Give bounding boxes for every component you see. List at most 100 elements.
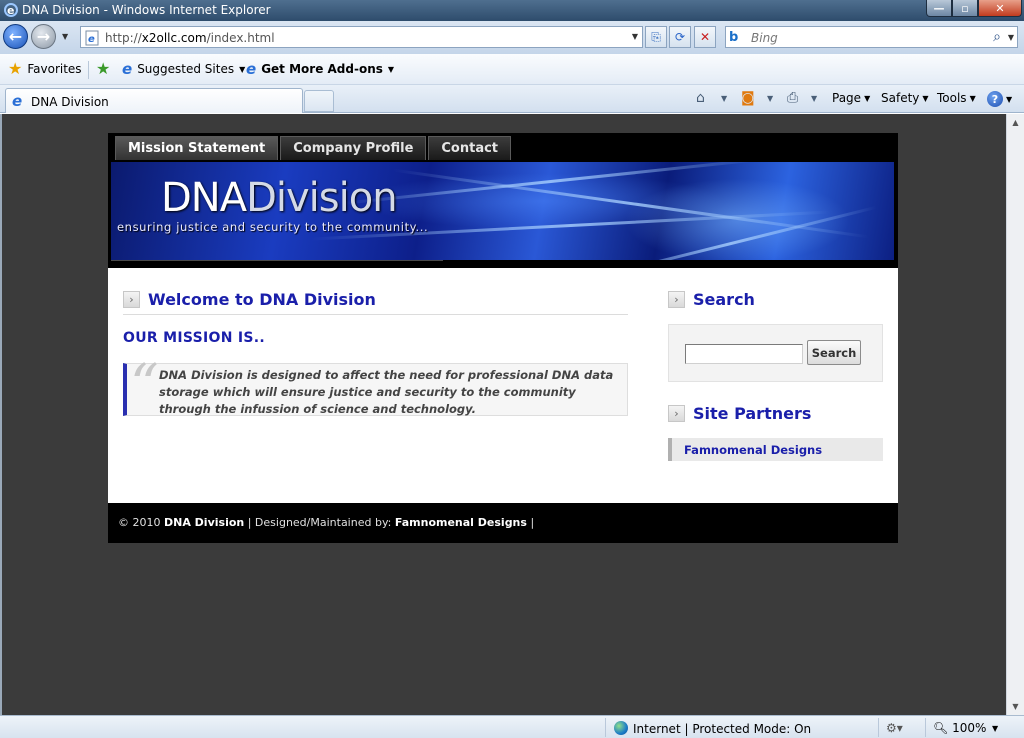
address-bar[interactable]: e http://x2ollc.com/index.html ▼	[80, 26, 643, 48]
nav-contact[interactable]: Contact	[428, 136, 512, 160]
back-arrow-icon: ←	[8, 27, 23, 46]
print-icon[interactable]: ⎙	[787, 90, 798, 106]
globe-icon	[614, 721, 628, 735]
tab-ie-icon: e	[12, 92, 23, 110]
search-options-dropdown-icon[interactable]: ▼	[1008, 33, 1014, 42]
status-separator	[925, 718, 926, 737]
tools-menu-label: Tools	[937, 91, 967, 105]
site-tagline: ensuring justice and security to the com…	[117, 220, 429, 234]
footer-text: © 2010 DNA Division | Designed/Maintaine…	[118, 516, 534, 529]
site-search-panel: Search	[668, 324, 883, 382]
help-icon: ?	[987, 91, 1003, 107]
chevron-right-icon: ›	[123, 291, 140, 308]
page-viewport: Mission Statement Company Profile Contac…	[0, 114, 1006, 715]
minimize-button[interactable]: —	[926, 0, 952, 17]
url-text[interactable]: http://x2ollc.com/index.html	[105, 31, 275, 45]
scroll-down-icon[interactable]: ▼	[1007, 698, 1024, 715]
maximize-button[interactable]: ▫	[952, 0, 978, 17]
feeds-icon[interactable]: ◙	[741, 90, 755, 106]
search-title: Search	[693, 290, 755, 309]
site-search-input[interactable]	[685, 344, 803, 364]
forward-arrow-icon: →	[36, 27, 51, 46]
addons-dropdown-icon: ▼	[387, 64, 395, 74]
tab-dna-division[interactable]: e DNA Division	[5, 88, 303, 113]
suggested-sites-dropdown-icon: ▼	[239, 64, 246, 74]
help-menu-chevron-icon: ▼	[1006, 94, 1013, 104]
stop-button[interactable]: ✕	[694, 26, 716, 48]
site-search-button[interactable]: Search	[807, 340, 861, 365]
compatibility-icon: ⎘	[651, 29, 661, 44]
recent-pages-dropdown-icon[interactable]: ▼	[62, 32, 68, 41]
url-host: x2ollc.com	[141, 31, 207, 45]
get-more-addons-label: Get More Add-ons	[261, 62, 383, 76]
popup-blocker-icon[interactable]: ⚙▾	[886, 721, 903, 735]
zoom-control[interactable]: 🔍︎ 100%	[933, 721, 986, 735]
back-button[interactable]: ←	[3, 24, 28, 49]
status-bar: Internet | Protected Mode: On ⚙▾ 🔍︎ 100%…	[0, 715, 1024, 738]
chevron-right-icon: ›	[668, 291, 685, 308]
close-window-button[interactable]: ✕	[978, 0, 1022, 17]
close-icon: ✕	[995, 1, 1005, 15]
svg-text:e: e	[88, 34, 95, 45]
page-menu[interactable]: Page ▼	[832, 91, 870, 105]
search-placeholder: Bing	[751, 31, 778, 45]
suggested-sites-ie-icon: e	[122, 60, 133, 78]
minimize-icon: —	[933, 1, 945, 15]
forward-button[interactable]: →	[31, 24, 56, 49]
search-input[interactable]: b Bing ⌕ ▼	[725, 26, 1018, 48]
mission-text: DNA Division is designed to affect the n…	[159, 368, 614, 416]
add-to-favorites-bar-button[interactable]: ★	[96, 59, 111, 78]
favorites-bar: ★ Favorites ★ e Suggested Sites ▼ e Get …	[0, 54, 1024, 85]
print-dropdown-icon[interactable]: ▼	[811, 94, 817, 103]
site-header: Mission Statement Company Profile Contac…	[108, 133, 898, 268]
add-favorites-star-icon: ★	[96, 59, 111, 78]
get-more-addons-link[interactable]: e Get More Add-ons ▼	[246, 60, 395, 78]
suggested-sites-label: Suggested Sites	[137, 62, 235, 76]
home-dropdown-icon[interactable]: ▼	[721, 94, 727, 103]
search-magnifier-icon[interactable]: ⌕	[993, 29, 1001, 45]
site-navigation: Mission Statement Company Profile Contac…	[115, 136, 512, 160]
home-icon[interactable]: ⌂	[696, 90, 705, 106]
feeds-dropdown-icon[interactable]: ▼	[767, 94, 773, 103]
chevron-right-icon: ›	[668, 405, 685, 422]
favorites-separator	[88, 61, 89, 79]
address-dropdown-icon[interactable]: ▼	[632, 32, 638, 41]
help-menu[interactable]: ? ▼	[987, 91, 1012, 107]
safety-menu-label: Safety	[881, 91, 920, 105]
quote-mark-icon: “	[130, 353, 159, 418]
favorites-star-icon: ★	[8, 59, 23, 78]
security-zone[interactable]: Internet | Protected Mode: On	[614, 721, 811, 736]
partner-item[interactable]: Famnomenal Designs	[668, 438, 883, 461]
tools-menu[interactable]: Tools ▼	[937, 91, 976, 105]
footer-designed-by: | Designed/Maintained by:	[247, 516, 392, 529]
status-separator	[878, 718, 879, 737]
new-tab-button[interactable]	[304, 90, 334, 112]
nav-company-profile[interactable]: Company Profile	[280, 136, 427, 160]
stop-icon: ✕	[699, 30, 711, 44]
zoom-dropdown-icon[interactable]: ▼	[992, 724, 998, 733]
safety-menu[interactable]: Safety ▼	[881, 91, 929, 105]
nav-mission-statement[interactable]: Mission Statement	[115, 136, 279, 160]
compatibility-view-button[interactable]: ⎘	[645, 26, 667, 48]
zoom-icon: 🔍︎	[933, 721, 949, 735]
footer-designer-link[interactable]: Famnomenal Designs	[395, 516, 527, 529]
svg-text:e: e	[7, 4, 14, 17]
partners-heading: › Site Partners	[668, 404, 811, 423]
scroll-up-icon[interactable]: ▲	[1007, 114, 1024, 131]
site-logo: DNADivision	[161, 175, 398, 221]
partner-link[interactable]: Famnomenal Designs	[684, 443, 822, 457]
window-title-bar: e DNA Division - Windows Internet Explor…	[0, 0, 1024, 21]
logo-dna: DNA	[161, 175, 247, 221]
refresh-button[interactable]: ⟳	[669, 26, 691, 48]
ie-logo-icon: e	[4, 3, 18, 17]
window-title: DNA Division - Windows Internet Explorer	[22, 3, 271, 17]
mission-heading: OUR MISSION IS..	[123, 330, 266, 346]
welcome-divider	[123, 314, 628, 315]
page-ie-icon: e	[85, 30, 99, 46]
favorites-button[interactable]: ★ Favorites	[8, 59, 82, 78]
footer-end: |	[530, 516, 535, 529]
footer-brand: DNA Division	[164, 516, 245, 529]
suggested-sites-link[interactable]: e Suggested Sites ▼	[122, 60, 246, 78]
vertical-scrollbar[interactable]: ▲ ▼	[1006, 114, 1024, 715]
addons-ie-icon: e	[246, 60, 257, 78]
